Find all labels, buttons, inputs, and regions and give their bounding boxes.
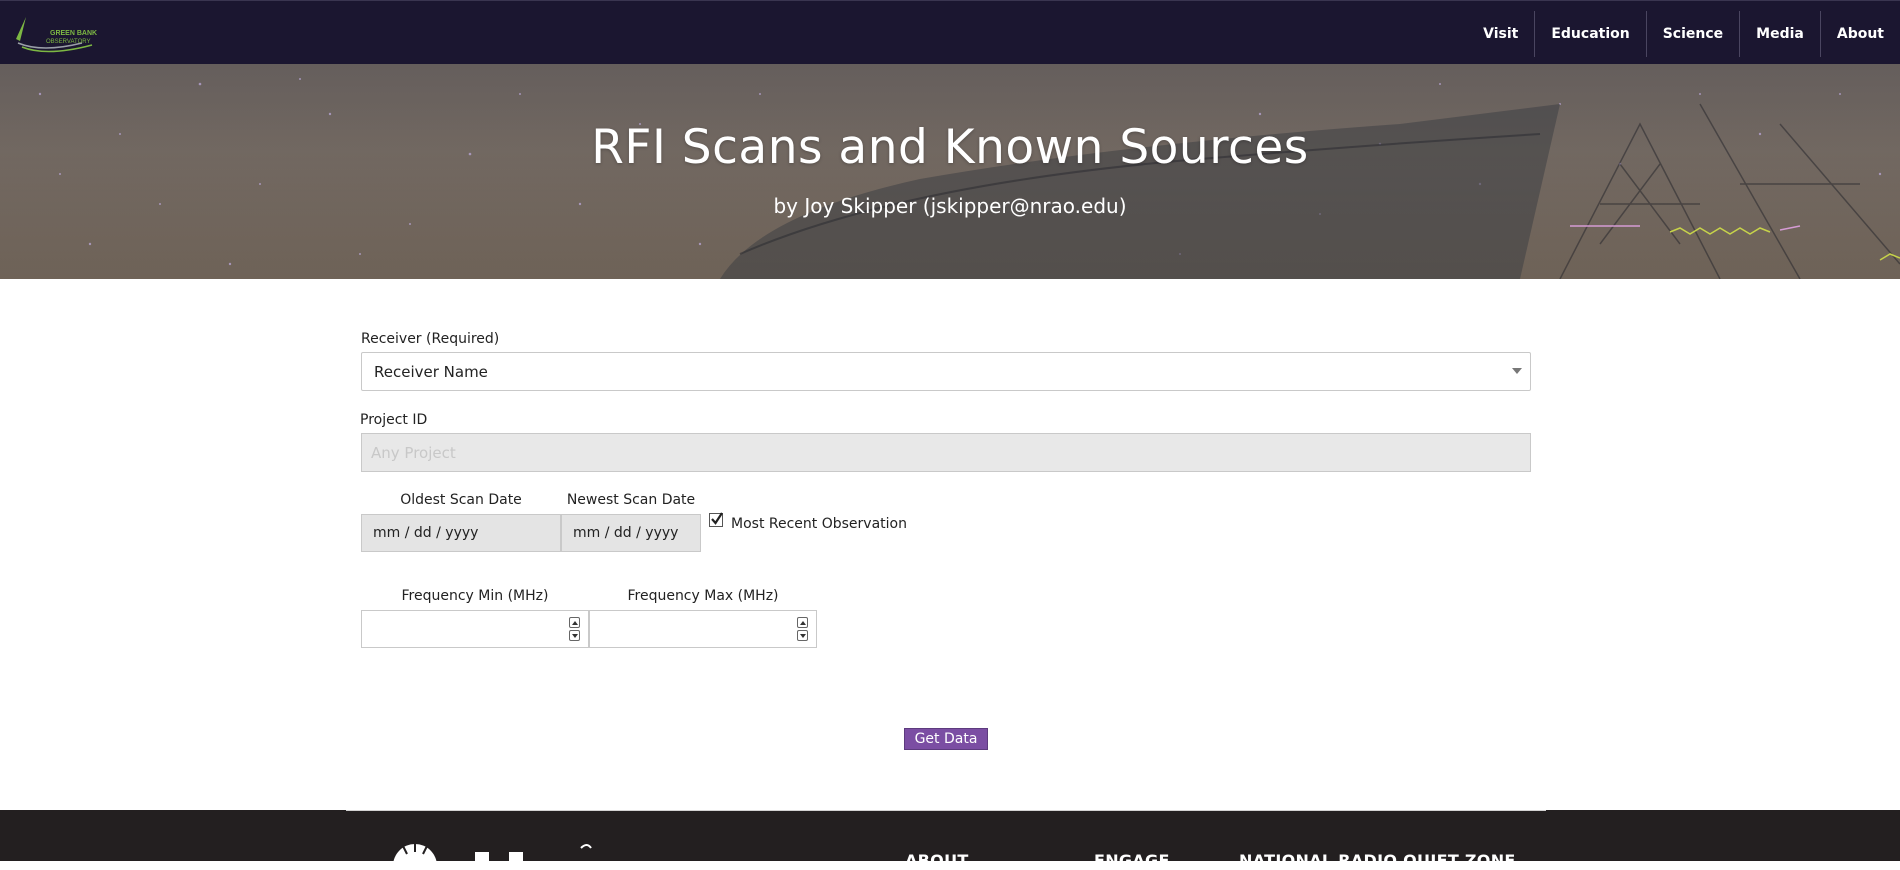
top-navbar: GREEN BANK OBSERVATORY Visit Education S… (0, 0, 1900, 64)
page-title: RFI Scans and Known Sources (591, 120, 1309, 175)
frequency-max-label: Frequency Max (MHz) (627, 588, 779, 604)
nav-science[interactable]: Science (1645, 11, 1739, 57)
project-id-placeholder: Any Project (371, 444, 456, 462)
oldest-scan-date-input[interactable]: mm / dd / yyyy (361, 514, 561, 552)
receiver-select-value: Receiver Name (374, 363, 488, 381)
oldest-scan-date-label: Oldest Scan Date (400, 492, 522, 508)
svg-text:OBSERVATORY: OBSERVATORY (46, 39, 90, 45)
newest-scan-date-input[interactable]: mm / dd / yyyy (561, 514, 701, 552)
frequency-min-input[interactable] (361, 610, 589, 648)
frequency-max-input[interactable] (589, 610, 817, 648)
frequency-max-spinner[interactable] (797, 617, 808, 641)
project-id-input[interactable]: Any Project (361, 433, 1531, 472)
nav-visit[interactable]: Visit (1467, 11, 1534, 57)
frequency-min-spinner[interactable] (569, 617, 580, 641)
chevron-down-icon (1512, 368, 1522, 374)
most-recent-label[interactable]: Most Recent Observation (731, 516, 907, 532)
newest-scan-date-value: mm / dd / yyyy (573, 525, 679, 541)
nav-about[interactable]: About (1819, 11, 1900, 57)
receiver-select[interactable]: Receiver Name (361, 352, 1531, 391)
hero-banner: RFI Scans and Known Sources by Joy Skipp… (0, 64, 1900, 279)
main-nav: Visit Education Science Media About (1467, 11, 1900, 57)
receiver-label: Receiver (Required) (361, 331, 500, 347)
footer-divider (346, 810, 1546, 811)
footer-logo[interactable] (385, 840, 605, 870)
spin-up-icon[interactable] (797, 617, 808, 628)
spin-up-icon[interactable] (569, 617, 580, 628)
get-data-button[interactable]: Get Data (904, 728, 988, 750)
page-subtitle: by Joy Skipper (jskipper@nrao.edu) (773, 194, 1127, 218)
nav-media[interactable]: Media (1739, 11, 1820, 57)
oldest-scan-date-value: mm / dd / yyyy (373, 525, 479, 541)
newest-scan-date-label: Newest Scan Date (566, 492, 696, 508)
spin-down-icon[interactable] (569, 630, 580, 641)
project-id-label: Project ID (360, 412, 428, 428)
nav-education[interactable]: Education (1534, 11, 1645, 57)
spin-down-icon[interactable] (797, 630, 808, 641)
checkmark-icon (711, 512, 723, 525)
most-recent-checkbox[interactable] (709, 512, 723, 527)
frequency-min-label: Frequency Min (MHz) (401, 588, 549, 604)
svg-text:GREEN BANK: GREEN BANK (50, 30, 97, 37)
green-bank-observatory-logo[interactable]: GREEN BANK OBSERVATORY (12, 9, 104, 59)
